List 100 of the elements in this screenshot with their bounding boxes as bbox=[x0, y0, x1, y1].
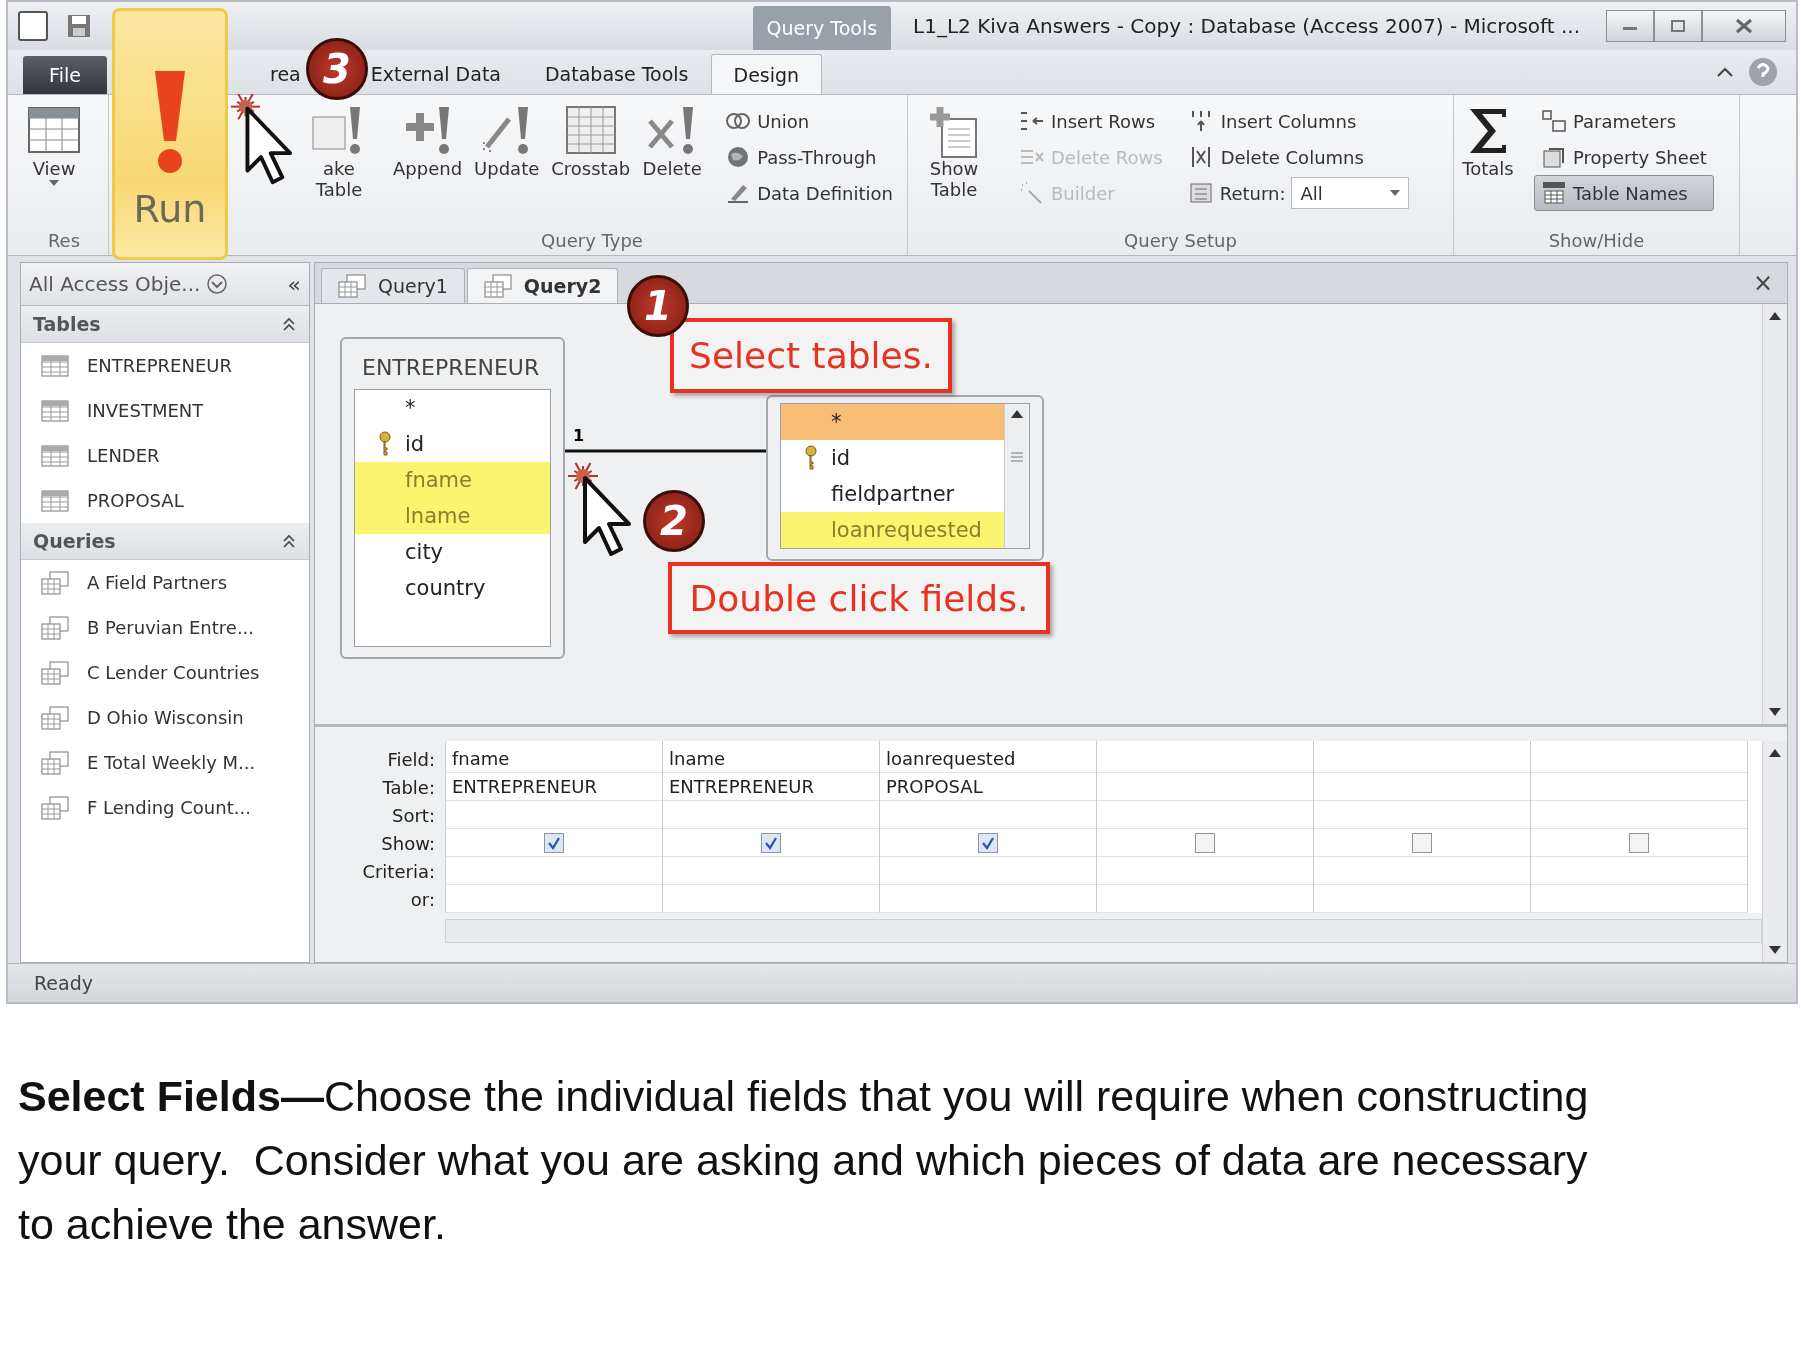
field-list-title: ENTREPRENEUR bbox=[361, 353, 541, 382]
return-field[interactable]: All bbox=[1291, 177, 1410, 209]
show-checkbox[interactable] bbox=[978, 832, 998, 853]
nav-item[interactable]: A Field Partners bbox=[21, 560, 309, 605]
table-icon bbox=[41, 399, 69, 422]
scroll-thumb-icon[interactable] bbox=[1009, 450, 1025, 464]
query-icon bbox=[41, 570, 69, 595]
scroll-down-icon[interactable] bbox=[1767, 706, 1783, 718]
ribbon-button[interactable]: Pass-Through bbox=[718, 139, 900, 175]
canvas-scrollbar[interactable] bbox=[1762, 304, 1787, 724]
ribbon-button[interactable]: Show Table bbox=[908, 103, 1000, 201]
nav-item[interactable]: E Total Weekly M... bbox=[21, 740, 309, 785]
ribbon-button[interactable]: Table Names bbox=[1534, 175, 1714, 211]
ribbon-tab[interactable]: rea bbox=[268, 54, 303, 94]
grid-cell[interactable]: PROPOSAL bbox=[880, 773, 1096, 801]
dropdown-circle-icon[interactable] bbox=[206, 273, 229, 295]
close-document-glyph[interactable]: × bbox=[1752, 269, 1773, 297]
scroll-up-icon[interactable] bbox=[1009, 408, 1025, 420]
show-checkbox[interactable] bbox=[1195, 832, 1215, 853]
nav-item[interactable]: LENDER bbox=[21, 433, 309, 478]
minimize-button[interactable] bbox=[1606, 10, 1654, 42]
ribbon-tab[interactable]: Database Tools bbox=[523, 54, 711, 94]
parameters-icon bbox=[1541, 109, 1567, 133]
check-icon bbox=[764, 835, 778, 850]
ribbon-button[interactable]: Delete Columns bbox=[1181, 139, 1416, 175]
nav-section-header[interactable]: Queries bbox=[21, 523, 309, 560]
document-tab[interactable]: Query2 bbox=[466, 268, 619, 303]
field-row[interactable]: loanrequested bbox=[781, 512, 1004, 548]
insert-rows-icon bbox=[1019, 109, 1045, 133]
ribbon-button[interactable]: Property Sheet bbox=[1534, 139, 1714, 175]
grid-cell[interactable]: lname bbox=[663, 745, 879, 773]
document-tab[interactable]: Query1 bbox=[321, 268, 465, 303]
show-checkbox[interactable] bbox=[1412, 832, 1432, 853]
nav-section-header[interactable]: Tables bbox=[21, 306, 309, 343]
ribbon-button[interactable]: Crosstab bbox=[547, 103, 635, 180]
table-icon bbox=[41, 354, 69, 377]
nav-item[interactable]: C Lender Countries bbox=[21, 650, 309, 695]
field-row[interactable]: fname bbox=[355, 462, 550, 498]
grid-row-label: Sort: bbox=[392, 803, 435, 828]
ribbon-button[interactable]: Update bbox=[470, 103, 544, 180]
table-field-list[interactable]: * id fieldpartner loanrequested bbox=[766, 395, 1044, 561]
collapse-chevrons-icon[interactable] bbox=[281, 316, 297, 332]
scroll-up-icon[interactable] bbox=[1767, 310, 1783, 322]
field-row[interactable]: lname bbox=[355, 498, 550, 534]
return-label: Return: bbox=[1219, 182, 1286, 204]
nav-item[interactable]: INVESTMENT bbox=[21, 388, 309, 433]
status-text: Ready bbox=[8, 963, 1796, 1002]
close-button[interactable] bbox=[1702, 10, 1786, 42]
ribbon-button[interactable]: ake Table bbox=[293, 103, 385, 201]
grid-cell[interactable]: loanrequested bbox=[880, 745, 1096, 773]
field-row[interactable]: id bbox=[781, 440, 1004, 476]
nav-item[interactable]: F Lending Count... bbox=[21, 785, 309, 830]
group-label: Query Type bbox=[540, 228, 644, 253]
field-row[interactable]: city bbox=[355, 534, 550, 570]
ribbon-button[interactable]: Append bbox=[389, 103, 467, 180]
section-title: Tables bbox=[33, 313, 101, 335]
collapse-pane-glyph[interactable]: « bbox=[287, 271, 301, 297]
nav-item[interactable]: PROPOSAL bbox=[21, 478, 309, 523]
ribbon-button[interactable]: Data Definition bbox=[718, 175, 900, 211]
grid-cell[interactable]: ENTREPRENEUR bbox=[663, 773, 879, 801]
nav-item[interactable]: ENTREPRENEUR bbox=[21, 343, 309, 388]
file-tab[interactable]: File bbox=[23, 56, 107, 94]
field-row[interactable]: fieldpartner bbox=[781, 476, 1004, 512]
ribbon-button[interactable]: Parameters bbox=[1534, 103, 1714, 139]
ribbon-button[interactable]: Insert Rows bbox=[1012, 103, 1170, 139]
caret-up-icon[interactable] bbox=[1716, 66, 1734, 78]
nav-pane-title[interactable]: All Access Obje... bbox=[29, 272, 201, 296]
nav-item[interactable]: D Ohio Wisconsin bbox=[21, 695, 309, 740]
ribbon-button[interactable]: Totals bbox=[1454, 103, 1522, 180]
grid-cell[interactable]: ENTREPRENEUR bbox=[446, 773, 662, 801]
grid-scrollbar[interactable] bbox=[1762, 741, 1787, 962]
horizontal-scrollbar[interactable] bbox=[445, 919, 1762, 943]
field-row[interactable]: id bbox=[355, 426, 550, 462]
scroll-down-icon[interactable] bbox=[1767, 944, 1783, 956]
contextual-tab-label: Query Tools bbox=[752, 6, 892, 50]
grid-cell[interactable]: fname bbox=[446, 745, 662, 773]
field-row[interactable]: * bbox=[355, 390, 550, 426]
run-button[interactable]: Run bbox=[112, 8, 228, 260]
ribbon-tab[interactable]: External Data bbox=[366, 54, 523, 94]
save-icon[interactable] bbox=[66, 13, 92, 39]
scroll-up-icon[interactable] bbox=[1767, 747, 1783, 759]
ribbon-tab[interactable]: Design bbox=[710, 54, 823, 94]
list-scrollbar[interactable] bbox=[1004, 404, 1029, 548]
ribbon-button[interactable]: Delete bbox=[638, 103, 707, 180]
show-checkbox[interactable] bbox=[761, 832, 781, 853]
query-icon bbox=[41, 750, 69, 775]
field-row[interactable]: * bbox=[781, 404, 1004, 440]
nav-item[interactable]: B Peruvian Entre... bbox=[21, 605, 309, 650]
section-title: Queries bbox=[33, 530, 116, 552]
ribbon-button[interactable]: Insert Columns bbox=[1181, 103, 1416, 139]
ribbon-button[interactable]: View bbox=[20, 103, 88, 186]
maximize-button[interactable] bbox=[1654, 10, 1702, 42]
field-row[interactable]: country bbox=[355, 570, 550, 606]
show-checkbox[interactable] bbox=[1629, 832, 1649, 853]
collapse-chevrons-icon[interactable] bbox=[281, 533, 297, 549]
show-checkbox[interactable] bbox=[544, 832, 564, 853]
help-icon[interactable] bbox=[1748, 57, 1778, 87]
table-field-list[interactable]: ENTREPRENEUR * id fname lname city country bbox=[340, 337, 565, 659]
ribbon-button[interactable]: Union bbox=[718, 103, 900, 139]
return-icon bbox=[1187, 181, 1214, 205]
